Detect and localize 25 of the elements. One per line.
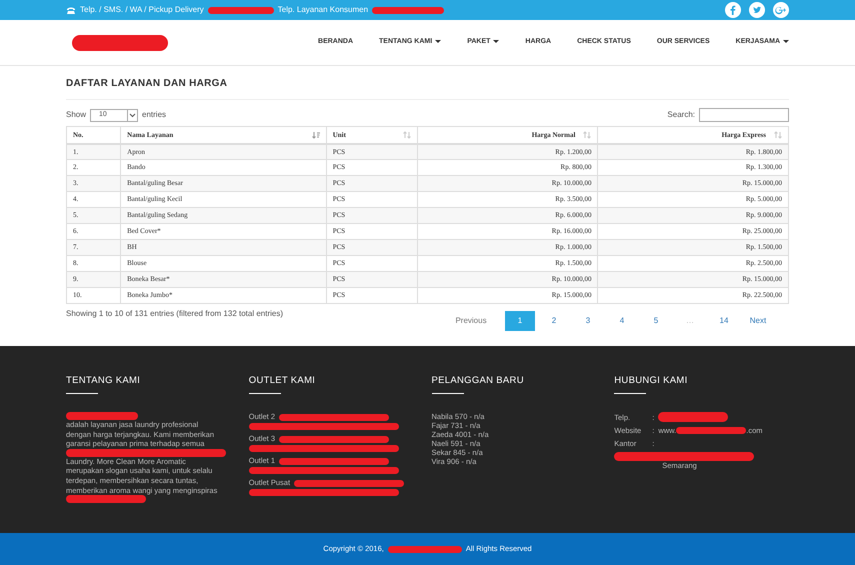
table-info: Showing 1 to 10 of 131 entries (filtered from 132 total entries) [66,308,284,320]
page-link[interactable]: 3 [573,311,603,331]
page-link[interactable]: 14 [709,311,739,331]
footer-heading: OUTLET KAMI [248,376,316,385]
redaction-mark [66,412,138,420]
phone-icon [66,6,76,14]
consumer-label: Telp. Layanan Konsumen [278,4,368,16]
next-link[interactable]: Next [743,311,773,331]
page-link[interactable]: 5 [641,311,671,331]
page-link[interactable]: 2 [539,311,569,331]
contact-label: Telp. / SMS. / WA / Pickup Delivery [80,4,204,16]
search-field[interactable] [699,108,789,122]
footer-heading: HUBUNGI KAMI [614,376,689,385]
redaction-mark [208,6,274,14]
redaction-mark [676,427,746,434]
footer-heading: PELANGGAN BARU [432,376,525,385]
previous-link[interactable]: Previous [449,311,493,331]
entries-label: entries [142,109,166,121]
chevron-down-icon [129,112,136,118]
search-label: Search: [667,109,695,121]
redaction-mark [658,412,728,422]
footer-heading: TENTANG KAMI [66,376,142,385]
show-label: Show [66,109,86,121]
page-link[interactable]: 4 [607,311,637,331]
page-title: DAFTAR LAYANAN DAN HARGA [66,76,789,100]
